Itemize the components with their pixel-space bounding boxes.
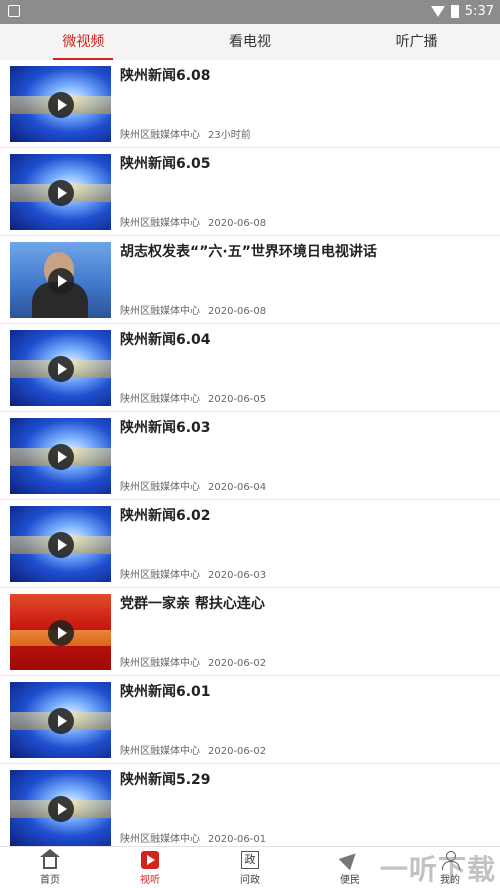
tab-micro-video[interactable]: 微视频 [0,24,167,60]
list-item[interactable]: 陕州新闻6.04 陕州区融媒体中心 2020-06-05 [0,324,500,412]
play-icon[interactable] [48,444,74,470]
list-item[interactable]: 陕州新闻6.01 陕州区融媒体中心 2020-06-02 [0,676,500,764]
video-thumbnail[interactable] [10,242,111,318]
video-thumbnail[interactable] [10,330,111,406]
nav-av[interactable]: 视听 [100,847,200,888]
item-time: 2020-06-01 [208,834,267,845]
play-icon[interactable] [48,180,74,206]
item-time: 23小时前 [208,130,251,141]
nav-label: 问政 [240,875,260,886]
item-title: 陕州新闻6.04 [120,332,211,348]
home-icon [40,849,60,869]
item-source: 陕州区融媒体中心 [120,130,200,141]
item-time: 2020-06-05 [208,394,267,405]
item-meta: 陕州区融媒体中心 2020-06-08 [120,214,266,229]
item-title: 陕州新闻5.29 [120,772,211,788]
item-meta: 陕州区融媒体中心 2020-06-03 [120,566,266,581]
item-time: 2020-06-02 [208,658,267,669]
item-source: 陕州区融媒体中心 [120,746,200,757]
video-thumbnail[interactable] [10,66,111,142]
list-item[interactable]: 党群一家亲 帮扶心连心 陕州区融媒体中心 2020-06-02 [0,588,500,676]
wifi-icon [430,6,445,17]
item-source: 陕州区融媒体中心 [120,570,200,581]
item-time: 2020-06-02 [208,746,267,757]
item-meta: 陕州区融媒体中心 2020-06-05 [120,390,266,405]
video-icon [141,851,159,869]
item-time: 2020-06-08 [208,218,267,229]
list-item[interactable]: 陕州新闻6.02 陕州区融媒体中心 2020-06-03 [0,500,500,588]
video-thumbnail[interactable] [10,682,111,758]
gov-icon: 政 [241,851,259,869]
item-meta: 陕州区融媒体中心 23小时前 [120,126,251,141]
video-thumbnail[interactable] [10,154,111,230]
item-title: 陕州新闻6.02 [120,508,211,524]
item-meta: 陕州区融媒体中心 2020-06-04 [120,478,266,493]
nav-home[interactable]: 首页 [0,847,100,888]
item-meta: 陕州区融媒体中心 2020-06-02 [120,742,266,757]
item-source: 陕州区融媒体中心 [120,834,200,845]
nav-label: 首页 [40,875,60,886]
item-time: 2020-06-08 [208,306,267,317]
video-list[interactable]: 陕州新闻6.08 陕州区融媒体中心 23小时前 陕州新闻6.05 陕州区融媒体中心… [0,60,500,846]
item-time: 2020-06-04 [208,482,267,493]
watermark: 一听下载 [379,853,496,886]
item-title: 陕州新闻6.01 [120,684,211,700]
send-icon [338,847,362,871]
list-item[interactable]: 陕州新闻6.08 陕州区融媒体中心 23小时前 [0,60,500,148]
item-meta: 陕州区融媒体中心 2020-06-08 [120,302,266,317]
item-title: 党群一家亲 帮扶心连心 [120,596,265,612]
item-title: 陕州新闻6.03 [120,420,211,436]
play-icon[interactable] [48,708,74,734]
tab-listen-radio[interactable]: 听广播 [333,24,500,60]
nav-label: 视听 [140,875,160,886]
item-source: 陕州区融媒体中心 [120,306,200,317]
list-item[interactable]: 陕州新闻5.29 陕州区融媒体中心 2020-06-01 [0,764,500,846]
status-bar: 5:37 [0,0,500,24]
list-item[interactable]: 陕州新闻6.03 陕州区融媒体中心 2020-06-04 [0,412,500,500]
video-thumbnail[interactable] [10,770,111,846]
item-title: 胡志权发表“”六·五”世界环境日电视讲话 [120,244,377,260]
play-icon[interactable] [48,796,74,822]
play-icon[interactable] [48,620,74,646]
item-source: 陕州区融媒体中心 [120,218,200,229]
item-title: 陕州新闻6.08 [120,68,211,84]
item-source: 陕州区融媒体中心 [120,658,200,669]
tab-bar: 微视频 看电视 听广播 [0,24,500,60]
notification-icon [8,5,20,17]
tab-watch-tv[interactable]: 看电视 [167,24,334,60]
video-thumbnail[interactable] [10,506,111,582]
play-icon[interactable] [48,268,74,294]
nav-gov-qa[interactable]: 政 问政 [200,847,300,888]
play-icon[interactable] [48,356,74,382]
play-icon[interactable] [48,92,74,118]
battery-icon [450,5,459,18]
list-item[interactable]: 陕州新闻6.05 陕州区融媒体中心 2020-06-08 [0,148,500,236]
item-source: 陕州区融媒体中心 [120,482,200,493]
status-time: 5:37 [464,4,494,19]
status-icons: 5:37 [430,4,494,19]
play-icon[interactable] [48,532,74,558]
video-thumbnail[interactable] [10,594,111,670]
list-item[interactable]: 胡志权发表“”六·五”世界环境日电视讲话 陕州区融媒体中心 2020-06-08 [0,236,500,324]
item-time: 2020-06-03 [208,570,267,581]
item-title: 陕州新闻6.05 [120,156,211,172]
item-meta: 陕州区融媒体中心 2020-06-01 [120,830,266,845]
item-meta: 陕州区融媒体中心 2020-06-02 [120,654,266,669]
item-source: 陕州区融媒体中心 [120,394,200,405]
video-thumbnail[interactable] [10,418,111,494]
